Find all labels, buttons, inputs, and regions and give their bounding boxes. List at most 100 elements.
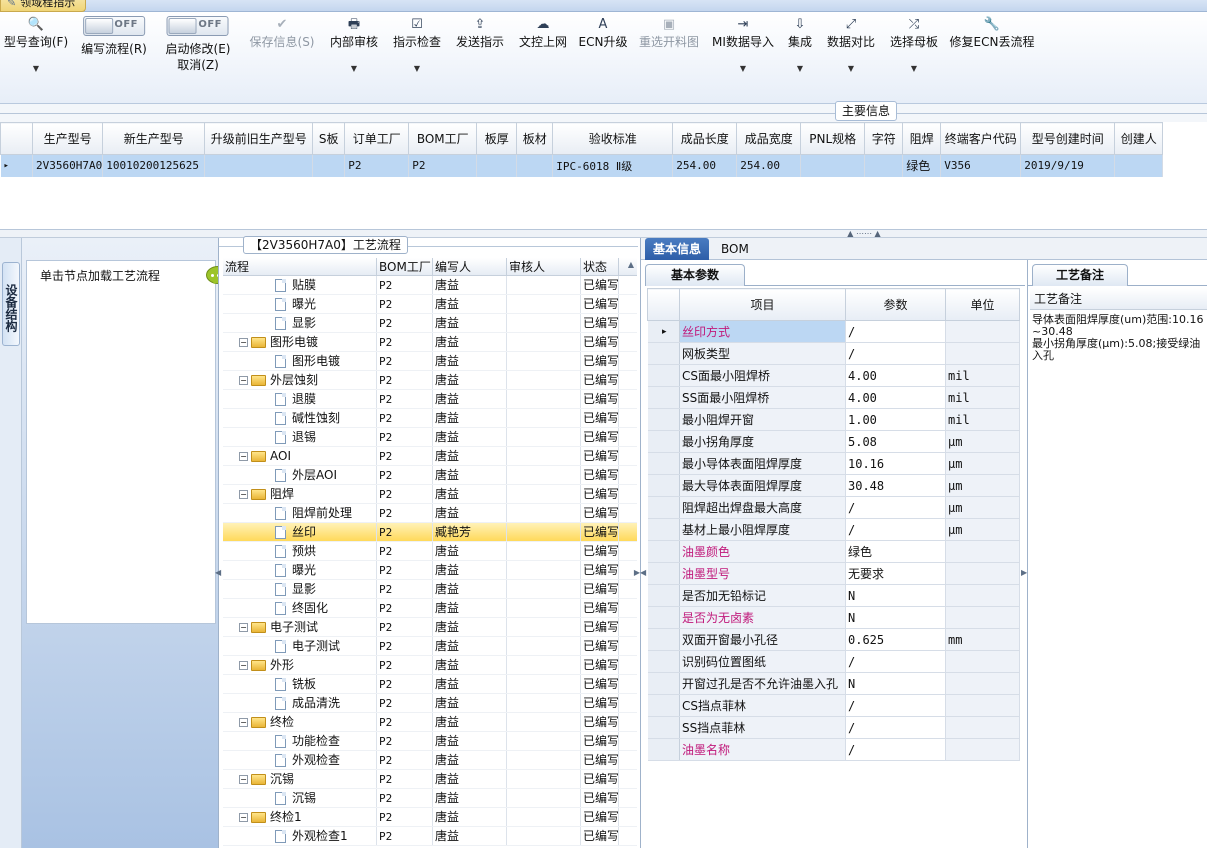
param-row[interactable]: 识别码位置图纸 / [647, 650, 1020, 673]
param-value[interactable]: N [845, 672, 946, 695]
param-value[interactable]: 4.00 [845, 386, 946, 409]
process-row[interactable]: 贴膜 P2 唐益 已编写 [223, 276, 637, 295]
param-row[interactable]: 是否加无铅标记 N [647, 584, 1020, 607]
param-col-unit[interactable]: 单位 [945, 288, 1020, 321]
collapse-icon[interactable]: − [239, 661, 248, 670]
process-row[interactable]: − 阻焊 P2 唐益 已编写 [223, 485, 637, 504]
col-header-12[interactable]: 字符 [864, 122, 904, 155]
mi-import-dropdown-icon[interactable]: ▼ [712, 62, 774, 76]
process-row[interactable]: 显影 P2 唐益 已编写 [223, 580, 637, 599]
process-node[interactable]: 贴膜 [275, 276, 316, 294]
toolbar-model-query-button[interactable]: 🔍 型号查询(F) ▼ [4, 16, 68, 76]
toggle-start-modify[interactable]: OFF [166, 16, 229, 36]
process-row[interactable]: 曝光 P2 唐益 已编写 [223, 295, 637, 314]
remark-text[interactable]: 导体表面阻焊厚度(um)范围:10.16~30.48 最小拐角厚度(μm):5.… [1032, 314, 1207, 362]
data-compare-dropdown-icon[interactable]: ▼ [827, 62, 875, 76]
process-node[interactable]: 外观检查1 [275, 827, 348, 845]
param-row[interactable]: 油墨颜色 绿色 [647, 540, 1020, 563]
param-value[interactable]: N [845, 606, 946, 629]
main-cell[interactable]: 254.00 [736, 154, 802, 177]
process-node[interactable]: 图形电镀 [275, 352, 340, 370]
process-row[interactable]: 终固化 P2 唐益 已编写 [223, 599, 637, 618]
process-node[interactable]: − 图形电镀 [239, 333, 318, 351]
collapse-icon[interactable]: − [239, 376, 248, 385]
process-row[interactable]: 成品清洗 P2 唐益 已编写 [223, 694, 637, 713]
param-value[interactable]: / [845, 320, 946, 343]
process-row[interactable]: 铣板 P2 唐益 已编写 [223, 675, 637, 694]
toolbar-select-mother-button[interactable]: ⤮ 选择母板 ▼ [890, 16, 938, 76]
collapse-icon[interactable]: − [239, 338, 248, 347]
main-cell[interactable]: IPC-6018 Ⅱ级 [552, 154, 674, 177]
process-node[interactable]: 铣板 [275, 675, 316, 693]
main-cell[interactable]: 10010200125625 [102, 154, 206, 177]
param-value[interactable]: 1.00 [845, 408, 946, 431]
proc-col-2[interactable]: 编写人 [433, 258, 507, 275]
param-row[interactable]: 最大导体表面阻焊厚度 30.48 μm [647, 474, 1020, 497]
param-row[interactable]: ▸ 丝印方式 / [647, 320, 1020, 343]
process-grid[interactable]: 流程 BOM工厂 编写人 审核人 状态 贴膜 P2 唐益 已编写 曝光 P2 唐益 已编写 显影 P2 唐益… [223, 258, 637, 848]
toolbar-data-compare-button[interactable]: ⤢ 数据对比 ▼ [827, 16, 875, 76]
integrate-dropdown-icon[interactable]: ▼ [788, 62, 812, 76]
param-row[interactable]: SS面最小阻焊桥 4.00 mil [647, 386, 1020, 409]
col-header-15[interactable]: 型号创建时间 [1020, 122, 1116, 155]
param-col-value[interactable]: 参数 [845, 288, 946, 321]
process-row[interactable]: 退锡 P2 唐益 已编写 [223, 428, 637, 447]
param-value[interactable]: / [845, 738, 946, 761]
param-value[interactable]: 4.00 [845, 364, 946, 387]
collapse-icon[interactable]: − [239, 775, 248, 784]
process-node[interactable]: 显影 [275, 580, 316, 598]
main-cell[interactable]: P2 [408, 154, 478, 177]
collapse-icon[interactable]: − [239, 623, 248, 632]
param-row[interactable]: 阻焊超出焊盘最大高度 / μm [647, 496, 1020, 519]
process-row[interactable]: − 图形电镀 P2 唐益 已编写 [223, 333, 637, 352]
col-header-10[interactable]: 成品宽度 [736, 122, 802, 155]
toolbar-mi-import-button[interactable]: ⇥ MI数据导入 ▼ [712, 16, 774, 76]
toolbar-instruction-check-button[interactable]: ☑ 指示检查 ▼ [393, 16, 441, 76]
instruction-check-dropdown-icon[interactable]: ▼ [393, 62, 441, 76]
process-row[interactable]: − 终检 P2 唐益 已编写 [223, 713, 637, 732]
process-node[interactable]: − 沉锡 [239, 770, 294, 788]
tab-process-remark[interactable]: 工艺备注 [1032, 264, 1128, 286]
toolbar-send-instruction-button[interactable]: ⇪ 发送指示 [456, 16, 504, 50]
process-node[interactable]: 功能检查 [275, 732, 340, 750]
param-row[interactable]: CS面最小阻焊桥 4.00 mil [647, 364, 1020, 387]
proc-col-3[interactable]: 审核人 [507, 258, 581, 275]
main-cell[interactable] [476, 154, 518, 177]
param-value[interactable]: / [845, 496, 946, 519]
collapse-icon[interactable]: − [239, 813, 248, 822]
main-cell[interactable] [800, 154, 866, 177]
process-node[interactable]: 曝光 [275, 295, 316, 313]
proc-col-4[interactable]: 状态 [581, 258, 619, 275]
process-row[interactable]: − 沉锡 P2 唐益 已编写 [223, 770, 637, 789]
process-node[interactable]: 退锡 [275, 428, 316, 446]
param-row[interactable]: 油墨名称 / [647, 738, 1020, 761]
param-row[interactable]: 是否为无卤素 N [647, 606, 1020, 629]
process-node[interactable]: 丝印 [275, 523, 316, 541]
col-header-6[interactable]: 板厚 [476, 122, 518, 155]
process-row[interactable]: − 外形 P2 唐益 已编写 [223, 656, 637, 675]
tab-equipment-structure[interactable]: 设备结构 [2, 262, 20, 346]
col-header-14[interactable]: 终端客户代码 [940, 122, 1022, 155]
process-row[interactable]: 外观检查1 P2 唐益 已编写 [223, 827, 637, 846]
toolbar-start-modify-button[interactable]: OFF 启动修改(E) 取消(Z) [166, 16, 230, 73]
collapse-icon[interactable]: − [239, 452, 248, 461]
param-row[interactable]: CS挡点菲林 / [647, 694, 1020, 717]
process-row[interactable]: 外观检查 P2 唐益 已编写 [223, 751, 637, 770]
col-header-4[interactable]: 订单工厂 [344, 122, 410, 155]
param-value[interactable]: / [845, 694, 946, 717]
param-value[interactable]: / [845, 518, 946, 541]
toggle-write-flow[interactable]: OFF [82, 16, 145, 36]
collapse-right-icon-2[interactable]: ▶ [1021, 568, 1027, 577]
process-node[interactable]: 预烘 [275, 542, 316, 560]
param-row[interactable]: 最小导体表面阻焊厚度 10.16 μm [647, 452, 1020, 475]
internal-review-dropdown-icon[interactable]: ▼ [330, 62, 378, 76]
process-node[interactable]: 终固化 [275, 599, 328, 617]
col-header-7[interactable]: 板材 [516, 122, 554, 155]
process-node[interactable]: 外层AOI [275, 466, 337, 484]
process-node[interactable]: 沉锡 [275, 789, 316, 807]
process-row[interactable]: 电子测试 P2 唐益 已编写 [223, 637, 637, 656]
main-cell[interactable]: P2 [344, 154, 410, 177]
process-node[interactable]: 显影 [275, 314, 316, 332]
collapse-icon[interactable]: − [239, 490, 248, 499]
toolbar-internal-review-button[interactable]: 🖶 内部审核 ▼ [330, 16, 378, 76]
